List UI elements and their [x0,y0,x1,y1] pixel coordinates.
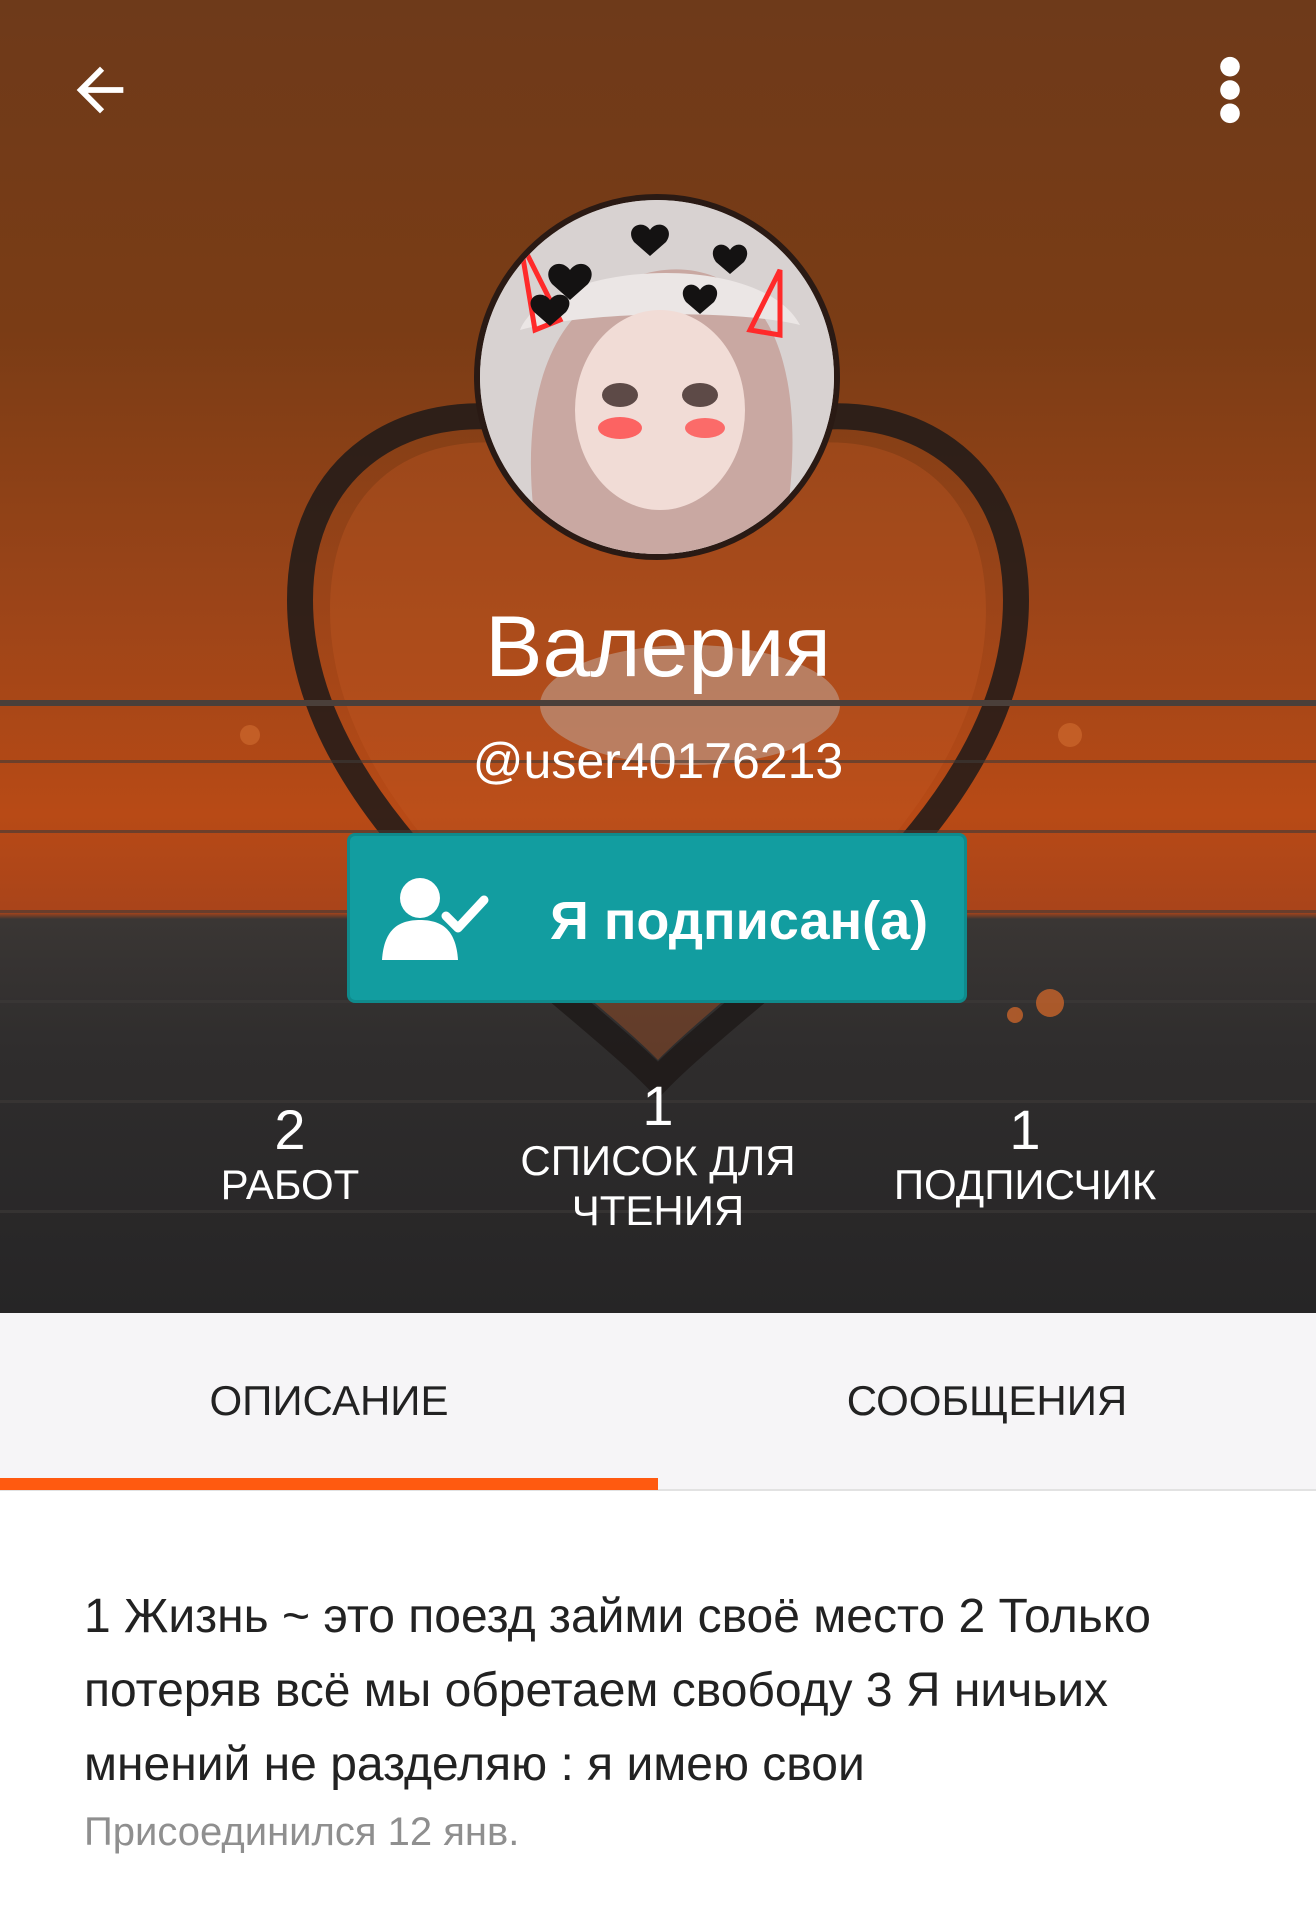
active-tab-indicator [0,1478,658,1490]
stat-followers-value: 1 [1009,1098,1041,1161]
profile-avatar[interactable] [474,194,840,560]
stat-reading-lists-label: СПИСОК ДЛЯ ЧТЕНИЯ [520,1137,796,1234]
profile-header: Валерия @user40176213 Я подписан(а) 2 РА… [0,0,1316,1313]
profile-tabs: ОПИСАНИЕ СООБЩЕНИЯ [0,1313,1316,1491]
more-vertical-icon [1220,56,1240,124]
profile-username: @user40176213 [472,733,844,789]
about-section: 1 Жизнь ~ это поезд займи своё место 2 Т… [84,1580,1244,1862]
user-check-icon [382,878,489,960]
tab-messages[interactable]: СООБЩЕНИЯ [658,1313,1316,1489]
stat-works[interactable]: 2 РАБОТ [140,1100,440,1210]
profile-bio: 1 Жизнь ~ это поезд займи своё место 2 Т… [84,1590,1151,1791]
stat-followers-label: ПОДПИСЧИК [893,1161,1157,1208]
more-options-button[interactable] [1190,40,1270,140]
stat-reading-lists-value: 1 [642,1074,674,1137]
following-button-label: Я подписан(а) [550,891,929,951]
following-button[interactable]: Я подписан(а) [347,833,967,1003]
avatar-image [480,200,834,554]
stat-reading-lists[interactable]: 1 СПИСОК ДЛЯ ЧТЕНИЯ [458,1076,858,1236]
back-button[interactable] [50,40,150,140]
stat-works-value: 2 [274,1098,306,1161]
stat-followers[interactable]: 1 ПОДПИСЧИК [860,1100,1190,1210]
joined-date: Присоединился 12 янв. [84,1810,520,1854]
stat-works-label: РАБОТ [220,1161,360,1208]
arrow-left-icon [76,66,124,114]
tab-about[interactable]: ОПИСАНИЕ [0,1313,658,1489]
profile-name: Валерия [485,599,831,695]
